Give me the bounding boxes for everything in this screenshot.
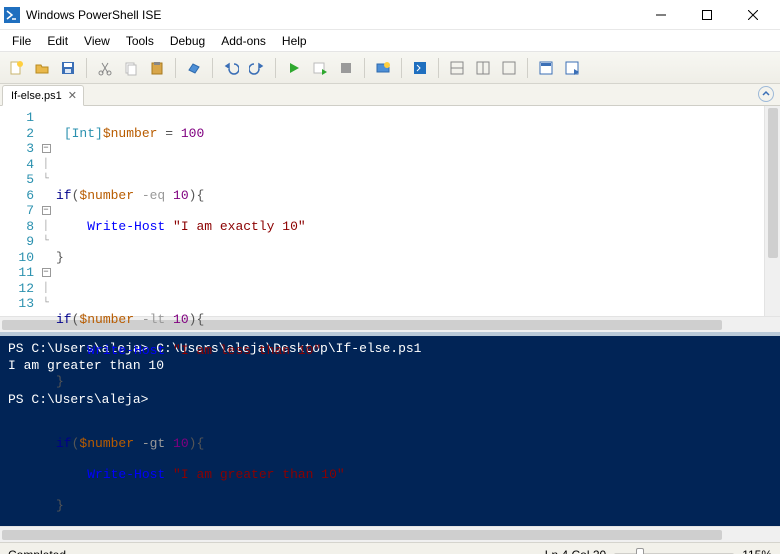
cursor-position: Ln 4 Col 20	[545, 548, 606, 554]
layout-side-icon[interactable]	[471, 56, 495, 80]
layout-script-top-icon[interactable]	[445, 56, 469, 80]
app-icon	[4, 7, 20, 23]
redo-icon[interactable]	[245, 56, 269, 80]
menu-addons[interactable]: Add-ons	[213, 32, 274, 50]
tab-strip: If-else.ps1 ✕	[0, 84, 780, 106]
copy-icon[interactable]	[119, 56, 143, 80]
layout-script-only-icon[interactable]	[497, 56, 521, 80]
save-icon[interactable]	[56, 56, 80, 80]
script-editor[interactable]: 12345678910111213 − │└ − │└ − │└ [Int]$n…	[0, 106, 780, 316]
new-icon[interactable]	[4, 56, 28, 80]
window-title: Windows PowerShell ISE	[26, 8, 161, 22]
minimize-button[interactable]	[638, 0, 684, 30]
fold-icon[interactable]: −	[42, 206, 51, 215]
menu-view[interactable]: View	[76, 32, 118, 50]
stop-icon[interactable]	[334, 56, 358, 80]
fold-icon[interactable]: −	[42, 144, 51, 153]
clear-icon[interactable]	[182, 56, 206, 80]
powershell-tab-icon[interactable]	[408, 56, 432, 80]
tab-label: If-else.ps1	[11, 90, 62, 102]
close-button[interactable]	[730, 0, 776, 30]
editor-vertical-scrollbar[interactable]	[764, 106, 780, 316]
run-icon[interactable]	[282, 56, 306, 80]
code-area[interactable]: [Int]$number = 100 if($number -eq 10){ W…	[52, 106, 764, 316]
collapse-script-icon[interactable]	[758, 86, 774, 102]
menu-help[interactable]: Help	[274, 32, 315, 50]
undo-icon[interactable]	[219, 56, 243, 80]
script-tab[interactable]: If-else.ps1 ✕	[2, 85, 84, 106]
new-remote-icon[interactable]	[371, 56, 395, 80]
show-command-icon[interactable]	[534, 56, 558, 80]
menu-bar: File Edit View Tools Debug Add-ons Help	[0, 30, 780, 52]
show-command-addon-icon[interactable]	[560, 56, 584, 80]
open-icon[interactable]	[30, 56, 54, 80]
toolbar	[0, 52, 780, 84]
fold-gutter: − │└ − │└ − │└	[40, 106, 52, 316]
menu-tools[interactable]: Tools	[118, 32, 162, 50]
zoom-level: 115%	[742, 548, 772, 554]
fold-icon[interactable]: −	[42, 268, 51, 277]
menu-debug[interactable]: Debug	[162, 32, 213, 50]
maximize-button[interactable]	[684, 0, 730, 30]
cut-icon[interactable]	[93, 56, 117, 80]
menu-file[interactable]: File	[4, 32, 39, 50]
status-text: Completed	[8, 548, 66, 554]
menu-edit[interactable]: Edit	[39, 32, 76, 50]
title-bar: Windows PowerShell ISE	[0, 0, 780, 30]
run-selection-icon[interactable]	[308, 56, 332, 80]
line-gutter: 12345678910111213	[0, 106, 40, 316]
tab-close-icon[interactable]: ✕	[68, 89, 77, 102]
paste-icon[interactable]	[145, 56, 169, 80]
